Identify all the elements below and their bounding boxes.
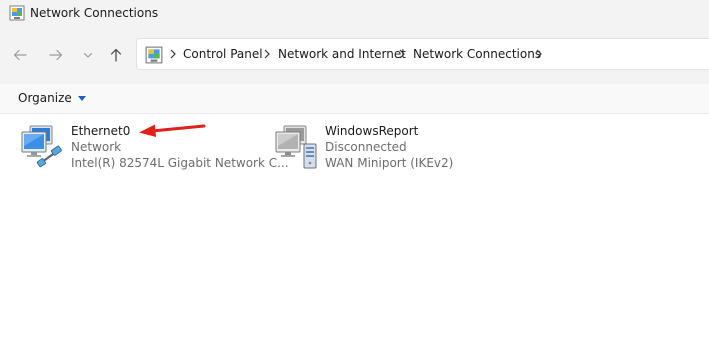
recent-locations-button[interactable] xyxy=(76,43,100,67)
navigation-bar: Control Panel Network and Internet Netwo… xyxy=(0,26,709,84)
chevron-right-icon[interactable] xyxy=(534,48,544,60)
breadcrumb-control-panel[interactable]: Control Panel xyxy=(183,47,263,61)
caret-down-icon xyxy=(77,96,86,101)
arrow-up-icon xyxy=(110,48,122,62)
address-bar[interactable]: Control Panel Network and Internet Netwo… xyxy=(136,38,709,70)
connection-item-windowsreport[interactable]: WindowsReport Disconnected WAN Miniport … xyxy=(270,120,470,174)
chevron-right-icon[interactable] xyxy=(397,48,407,60)
breadcrumb-network-and-internet[interactable]: Network and Internet xyxy=(278,47,406,61)
connection-status: Network xyxy=(71,140,122,154)
chevron-right-icon[interactable] xyxy=(262,48,272,60)
control-panel-icon xyxy=(145,46,163,64)
arrow-left-icon xyxy=(13,49,27,61)
back-button[interactable] xyxy=(8,43,32,67)
up-button[interactable] xyxy=(104,43,128,67)
connection-device: WAN Miniport (IKEv2) xyxy=(325,156,454,170)
vpn-connection-icon xyxy=(275,125,317,169)
connection-device: Intel(R) 82574L Gigabit Network C... xyxy=(71,156,289,170)
red-arrow-annotation xyxy=(139,124,206,137)
chevron-right-icon[interactable] xyxy=(168,48,178,60)
connection-name: WindowsReport xyxy=(325,124,419,138)
connections-list: Ethernet0 Network Intel(R) 82574L Gigabi… xyxy=(0,114,709,346)
title-bar: Network Connections xyxy=(0,0,709,26)
ethernet-adapter-icon xyxy=(21,125,62,168)
organize-label: Organize xyxy=(18,91,72,105)
forward-button[interactable] xyxy=(44,43,68,67)
breadcrumb-network-connections[interactable]: Network Connections xyxy=(413,47,541,61)
organize-button[interactable]: Organize xyxy=(18,91,86,105)
connection-status: Disconnected xyxy=(325,140,407,154)
chevron-down-icon xyxy=(83,52,93,58)
window-title: Network Connections xyxy=(30,6,159,20)
command-bar: Organize xyxy=(0,84,709,114)
arrow-right-icon xyxy=(49,49,63,61)
control-panel-icon xyxy=(9,5,25,21)
